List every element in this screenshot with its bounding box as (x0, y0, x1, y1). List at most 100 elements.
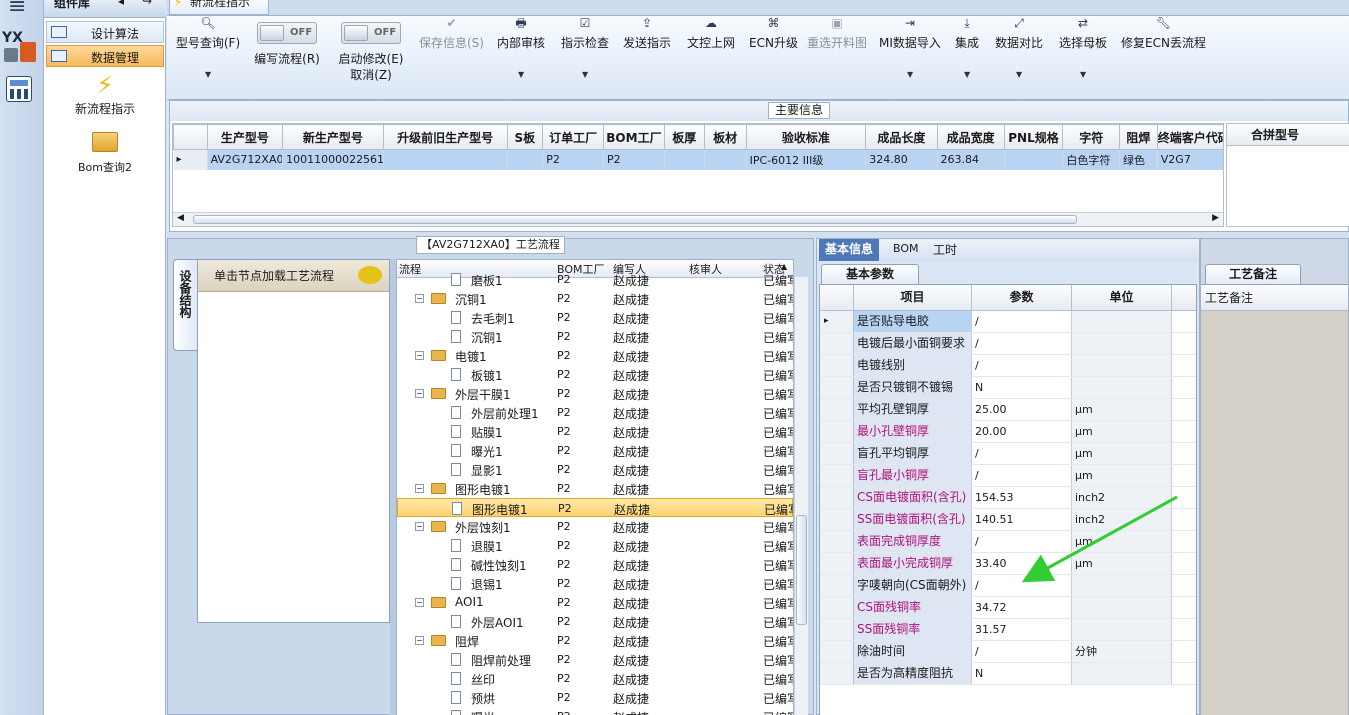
nav-forward-icon[interactable]: ↪ (142, 0, 152, 8)
param-value[interactable]: / (972, 311, 1072, 332)
collapse-toggle-icon[interactable]: − (415, 636, 424, 645)
param-row[interactable]: 平均孔壁铜厚 25.00 μm (820, 399, 1196, 421)
scroll-thumb[interactable] (193, 215, 1077, 224)
tree-row[interactable]: 贴膜1 P2 赵成捷 已编写 (397, 422, 793, 441)
column-header[interactable]: 订单工厂 (542, 124, 605, 150)
equipment-hint[interactable]: 单击节点加载工艺流程 (198, 260, 389, 292)
column-header[interactable]: 生产型号 (206, 124, 284, 150)
toolbar-button-1[interactable]: 🖶︎ 内部审核 ▼ (497, 16, 545, 79)
toolbar-button-3[interactable]: ⇪ 发送指示 (623, 16, 671, 50)
column-header[interactable]: 验收标准 (745, 124, 867, 150)
toolbar-button-2[interactable]: ☑ 指示检查 ▼ (561, 16, 609, 79)
column-header[interactable]: 终端客户代码 (1156, 124, 1223, 150)
tree-row[interactable]: − AOI1 P2 赵成捷 已编写 (397, 593, 793, 612)
param-row[interactable]: 是否只镀铜不镀锡 N (820, 377, 1196, 399)
tree-row[interactable]: 曝光 P2 赵成捷 已编写 (397, 707, 793, 715)
table-cell[interactable]: 324.80 (865, 149, 938, 170)
param-row[interactable]: 电镀后最小面铜要求 / (820, 333, 1196, 355)
flow-vertical-scrollbar[interactable] (794, 277, 808, 715)
param-value[interactable]: / (972, 641, 1072, 662)
column-header[interactable]: 项目 (854, 285, 972, 310)
column-header[interactable]: BOM工厂 (603, 124, 665, 150)
write-flow-toggle[interactable]: OFF 编写流程(R) (251, 22, 323, 66)
collapse-toggle-icon[interactable]: − (415, 351, 424, 360)
table-cell[interactable]: 绿色 (1119, 149, 1158, 170)
model-query-button[interactable]: 🔍︎ 型号查询(F) ▼ (173, 16, 243, 79)
table-cell[interactable] (704, 149, 747, 170)
param-row[interactable]: 最小孔壁铜厚 20.00 μm (820, 421, 1196, 443)
tree-row[interactable]: 图形电镀1 P2 赵成捷 已编写 (397, 498, 793, 517)
table-row[interactable]: ▸ AV2G712XA0 10011000022561 P2 P2 IPC-6012 II… (173, 149, 1223, 170)
remarks-tab[interactable]: 工艺备注 (1205, 264, 1301, 284)
param-row[interactable]: 盲孔平均铜厚 / μm (820, 443, 1196, 465)
nav-back-icon[interactable]: ◂ (118, 0, 124, 8)
tab-bom[interactable]: BOM (893, 242, 919, 255)
collapse-toggle-icon[interactable]: − (415, 522, 424, 531)
tree-row[interactable]: 退锡1 P2 赵成捷 已编写 (397, 574, 793, 593)
table-cell[interactable] (383, 149, 508, 170)
tree-row[interactable]: 丝印 P2 赵成捷 已编写 (397, 669, 793, 688)
column-header[interactable]: S板 (506, 124, 544, 150)
calculator-icon[interactable] (6, 76, 32, 102)
param-row[interactable]: SS面电镀面积(含孔) 140.51 inch2 (820, 509, 1196, 531)
param-value[interactable]: N (972, 377, 1072, 398)
column-header[interactable]: 单位 (1072, 285, 1172, 310)
tree-row[interactable]: 外层AOI1 P2 赵成捷 已编写 (397, 612, 793, 631)
param-value[interactable]: 34.72 (972, 597, 1072, 618)
param-value[interactable]: / (972, 575, 1072, 596)
scroll-thumb[interactable] (796, 515, 807, 625)
param-value[interactable]: / (972, 465, 1072, 486)
nav-item-design[interactable]: 设计算法 (46, 21, 164, 43)
tree-row[interactable]: − 外层干膜1 P2 赵成捷 已编写 (397, 384, 793, 403)
tree-row[interactable]: 磨板1 P2 赵成捷 已编写 (397, 270, 793, 289)
param-value[interactable]: / (972, 531, 1072, 552)
tree-row[interactable]: − 电镀1 P2 赵成捷 已编写 (397, 346, 793, 365)
param-value[interactable]: / (972, 333, 1072, 354)
table-cell[interactable] (1004, 149, 1064, 170)
param-row[interactable]: 电镀线别 / (820, 355, 1196, 377)
tree-row[interactable]: − 外层蚀刻1 P2 赵成捷 已编写 (397, 517, 793, 536)
param-value[interactable]: 140.51 (972, 509, 1072, 530)
column-header[interactable]: 新生产型号 (282, 124, 384, 150)
column-header[interactable]: 阻焊 (1119, 124, 1158, 150)
toolbar-button-10[interactable]: ⇄ 选择母板 ▼ (1059, 16, 1107, 79)
column-header[interactable]: PNL规格 (1003, 124, 1064, 150)
table-cell[interactable]: P2 (542, 149, 605, 170)
param-row[interactable]: 是否为高精度阻抗 N (820, 663, 1196, 685)
param-value[interactable]: 31.57 (972, 619, 1072, 640)
tree-row[interactable]: 外层前处理1 P2 赵成捷 已编写 (397, 403, 793, 422)
tree-row[interactable]: 退膜1 P2 赵成捷 已编写 (397, 536, 793, 555)
param-row[interactable]: CS面电镀面积(含孔) 154.53 inch2 (820, 487, 1196, 509)
subtab-basic-params[interactable]: 基本参数 (821, 264, 919, 284)
column-header[interactable]: 字符 (1062, 124, 1121, 150)
toolbar-button-8[interactable]: ⤓ 集成 ▼ (955, 16, 979, 79)
toggle-switch[interactable]: OFF (257, 22, 317, 44)
toolbar-button-0[interactable]: ✔ 保存信息(S) (419, 16, 484, 50)
tree-row[interactable]: 阻焊前处理 P2 赵成捷 已编写 (397, 650, 793, 669)
param-value[interactable]: 20.00 (972, 421, 1072, 442)
table-cell[interactable]: AV2G712XA0 (207, 149, 284, 170)
param-value[interactable]: / (972, 355, 1072, 376)
param-row[interactable]: 除油时间 / 分钟 (820, 641, 1196, 663)
column-header[interactable]: 板材 (703, 124, 747, 150)
tree-row[interactable]: − 沉铜1 P2 赵成捷 已编写 (397, 289, 793, 308)
column-header[interactable]: 成品长度 (865, 124, 938, 150)
collapse-toggle-icon[interactable]: − (415, 389, 424, 398)
column-header[interactable]: 升级前旧生产型号 (382, 124, 508, 150)
column-header[interactable]: 板厚 (663, 124, 705, 150)
collapse-toggle-icon[interactable]: − (415, 598, 424, 607)
table-cell[interactable] (664, 149, 705, 170)
tree-row[interactable]: 去毛刺1 P2 赵成捷 已编写 (397, 308, 793, 327)
param-row[interactable]: 表面最小完成铜厚 33.40 μm (820, 553, 1196, 575)
horizontal-scrollbar[interactable]: ◀ ▶ (173, 212, 1223, 226)
tree-row[interactable]: − 阻焊 P2 赵成捷 已编写 (397, 631, 793, 650)
remarks-area[interactable]: 工艺备注 (1201, 284, 1348, 715)
vertical-tab-equipment[interactable]: 设备结构 (173, 259, 197, 351)
enable-edit-toggle[interactable]: OFF 启动修改(E) 取消(Z) (333, 22, 409, 82)
tab-man-hours[interactable]: 工时 (933, 241, 957, 258)
param-row[interactable]: 盲孔最小铜厚 / μm (820, 465, 1196, 487)
param-value[interactable]: 25.00 (972, 399, 1072, 420)
toggle-switch[interactable]: OFF (341, 22, 401, 44)
nav-item-data-management[interactable]: 数据管理 (46, 45, 164, 67)
toolbar-button-7[interactable]: ⇥ MI数据导入 ▼ (879, 16, 941, 79)
